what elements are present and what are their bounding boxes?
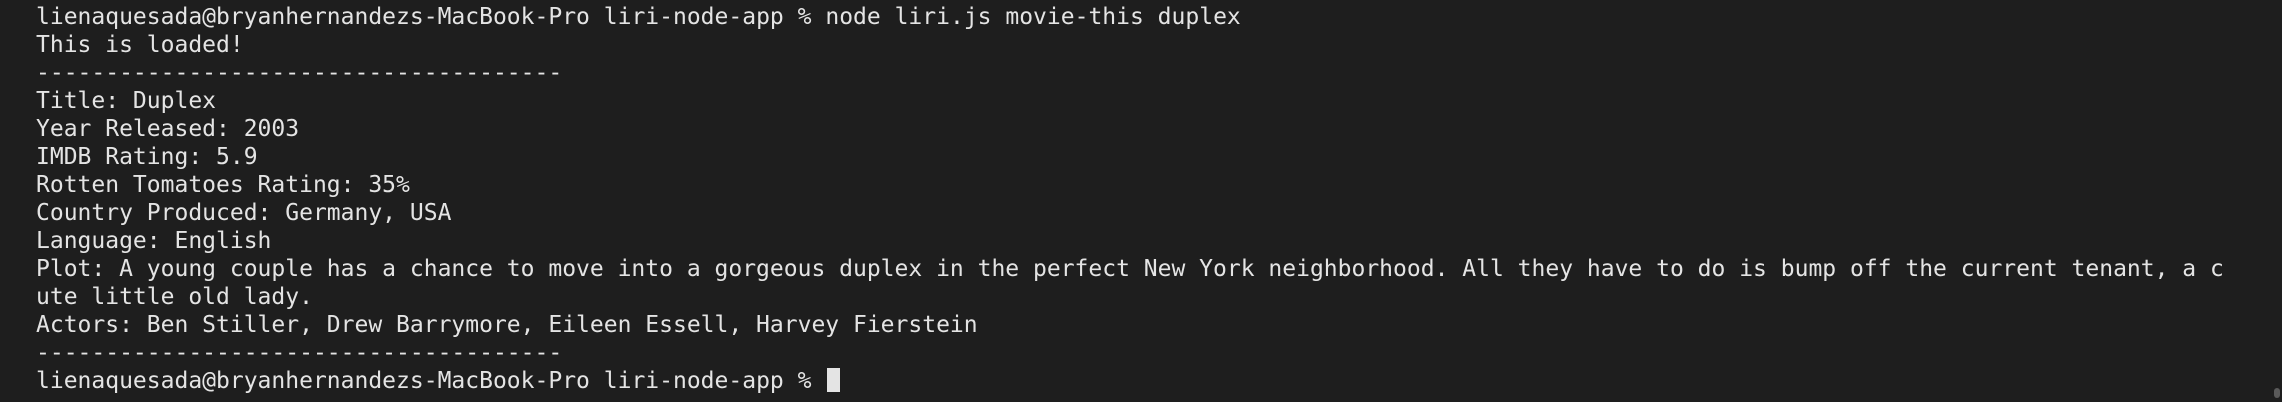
prompt-user: lienaquesada@bryanhernandezs-MacBook-Pro [36, 4, 590, 30]
scrollbar-thumb[interactable] [2274, 388, 2280, 398]
prompt-line[interactable]: lienaquesada@bryanhernandezs-MacBook-Pro… [36, 367, 2282, 395]
movie-rotten-tomatoes-rating: Rotten Tomatoes Rating: 35% [36, 172, 410, 198]
prompt-symbol: % [797, 4, 812, 30]
text-cursor [827, 368, 841, 392]
divider-top: -------------------------------------- [36, 60, 563, 86]
command-text: node liri.js movie-this duplex [825, 4, 1241, 30]
divider-bottom: -------------------------------------- [36, 340, 563, 366]
movie-country: Country Produced: Germany, USA [36, 200, 452, 226]
scrollbar[interactable] [2272, 0, 2282, 402]
movie-plot-line-2: ute little old lady. [36, 284, 313, 310]
movie-plot-line-1: Plot: A young couple has a chance to mov… [36, 256, 2224, 282]
movie-year: Year Released: 2003 [36, 116, 300, 142]
movie-title: Title: Duplex [36, 88, 217, 114]
movie-imdb-rating: IMDB Rating: 5.9 [36, 144, 258, 170]
movie-actors: Actors: Ben Stiller, Drew Barrymore, Eil… [36, 312, 978, 338]
loaded-message: This is loaded! [36, 32, 244, 58]
prompt-user: lienaquesada@bryanhernandezs-MacBook-Pro [36, 368, 590, 394]
movie-language: Language: English [36, 228, 272, 254]
prompt-dir: liri-node-app [603, 368, 784, 394]
command-line: lienaquesada@bryanhernandezs-MacBook-Pro… [36, 3, 2282, 31]
prompt-symbol: % [797, 368, 812, 394]
terminal-window[interactable]: lienaquesada@bryanhernandezs-MacBook-Pro… [0, 0, 2282, 402]
prompt-dir: liri-node-app [603, 4, 784, 30]
